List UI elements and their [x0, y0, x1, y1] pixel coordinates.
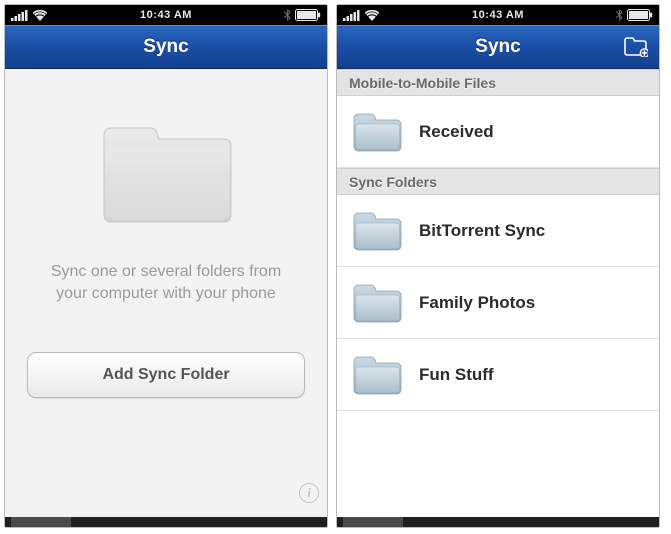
row-label: Family Photos [419, 293, 535, 313]
battery-icon [627, 9, 653, 21]
status-left [11, 10, 101, 21]
phone-empty-state: 10:43 AM Sync Sync one or several folder… [4, 4, 328, 528]
nav-title: Sync [5, 36, 327, 58]
empty-state-body: Sync one or several folders from your co… [5, 69, 327, 517]
add-sync-folder-button[interactable]: Add Sync Folder [27, 352, 305, 398]
add-folder-icon[interactable] [621, 32, 651, 62]
folder-icon [351, 353, 403, 397]
info-icon[interactable]: i [299, 483, 319, 503]
empty-state-text: Sync one or several folders from your co… [45, 261, 287, 304]
nav-title: Sync [337, 36, 659, 58]
signal-icon [11, 10, 29, 21]
empty-line-1: Sync one or several folders from [51, 263, 281, 280]
wifi-icon [33, 10, 47, 21]
section-header-mobile: Mobile-to-Mobile Files [337, 69, 659, 96]
empty-line-2: your computer with your phone [56, 285, 276, 302]
list-item[interactable]: BitTorrent Sync [337, 195, 659, 267]
status-time: 10:43 AM [433, 9, 563, 21]
status-bar: 10:43 AM [337, 5, 659, 25]
folder-icon [351, 209, 403, 253]
wifi-icon [365, 10, 379, 21]
bottom-strip [5, 517, 327, 527]
bottom-strip [337, 517, 659, 527]
section-header-sync: Sync Folders [337, 168, 659, 195]
empty-folder-icon [96, 117, 236, 227]
row-label: BitTorrent Sync [419, 221, 545, 241]
status-time: 10:43 AM [101, 9, 231, 21]
signal-icon [343, 10, 361, 21]
row-label: Received [419, 122, 494, 142]
nav-bar: Sync [5, 25, 327, 69]
list-item[interactable]: Family Photos [337, 267, 659, 339]
list-item[interactable]: Fun Stuff [337, 339, 659, 411]
status-left [343, 10, 433, 21]
row-label: Fun Stuff [419, 365, 494, 385]
nav-bar: Sync [337, 25, 659, 69]
bluetooth-icon [616, 9, 623, 21]
status-right [563, 9, 653, 21]
folder-icon [351, 110, 403, 154]
bluetooth-icon [284, 9, 291, 21]
battery-icon [295, 9, 321, 21]
folder-list-body: Mobile-to-Mobile Files Received Sync Fol… [337, 69, 659, 517]
folder-icon [351, 281, 403, 325]
status-right [231, 9, 321, 21]
list-item[interactable]: Received [337, 96, 659, 168]
status-bar: 10:43 AM [5, 5, 327, 25]
phone-folder-list: 10:43 AM Sync Mobile-to-Mobile Files [336, 4, 660, 528]
